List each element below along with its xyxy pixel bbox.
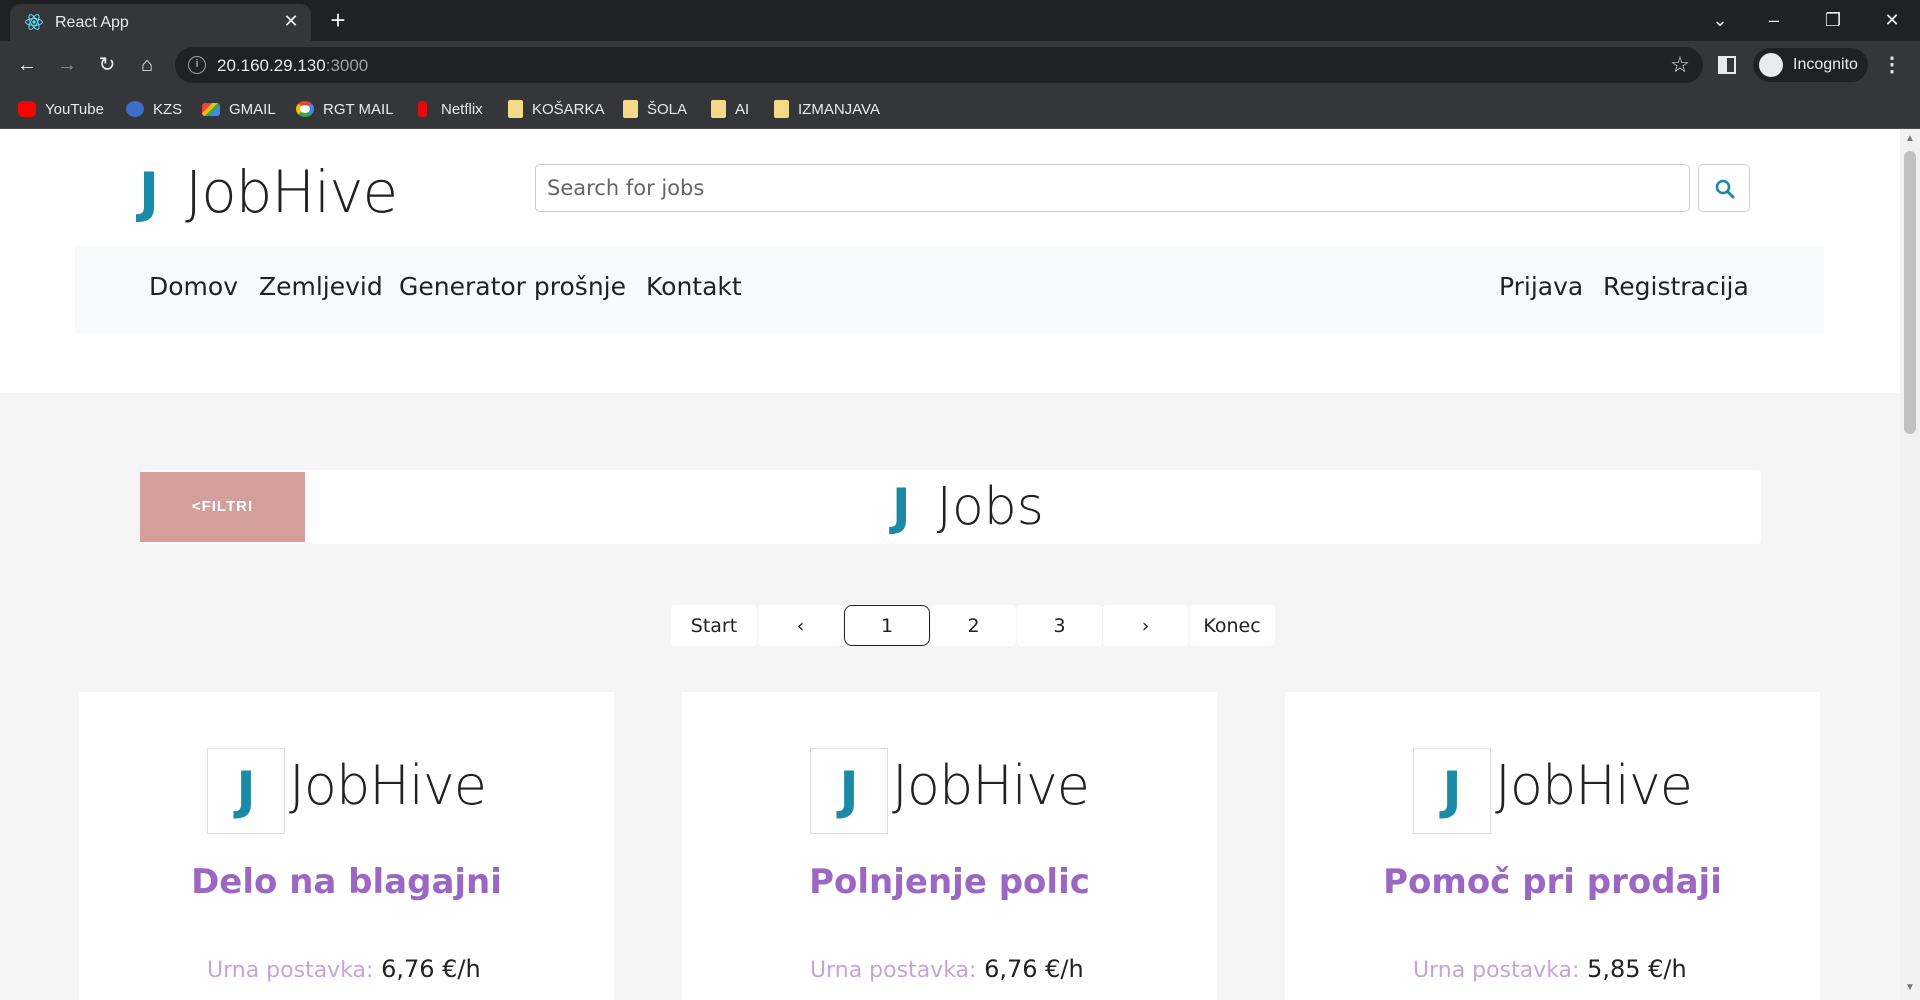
site-info-icon[interactable]: i	[188, 56, 206, 74]
gmail-icon	[202, 102, 220, 116]
bookmarks-bar: YouTube KZS GMAIL RGT MAIL Netflix KOŠAR…	[0, 89, 1920, 129]
nav-link-generator-prosnje[interactable]: Generator prošnje	[399, 272, 626, 301]
pagination-end[interactable]: Konec	[1189, 605, 1275, 646]
logo-text: JobHive	[185, 158, 398, 226]
jobs-title-letter: J	[892, 478, 911, 536]
pagination-page-3[interactable]: 3	[1017, 605, 1102, 646]
react-icon	[25, 14, 43, 30]
company-name: JobHive	[892, 754, 1090, 817]
browser-toolbar: ← → ↻ ⌂ i 20.160.29.130:3000 ☆ Incognito…	[0, 41, 1920, 89]
site-logo[interactable]: J JobHive	[139, 157, 398, 227]
youtube-icon	[18, 101, 36, 117]
tab-search-icon[interactable]: ⌄	[1700, 6, 1740, 34]
nav-link-zemljevid[interactable]: Zemljevid	[259, 272, 383, 301]
address-bar[interactable]: i 20.160.29.130:3000 ☆	[175, 47, 1703, 83]
filter-toggle-button[interactable]: <FILTRI	[140, 472, 305, 542]
jobs-header-bar: <FILTRI J Jobs	[140, 470, 1761, 544]
search-icon	[1715, 179, 1735, 199]
side-panel-icon[interactable]	[1718, 56, 1736, 74]
jobs-title-text: Jobs	[936, 477, 1044, 537]
home-icon[interactable]: ⌂	[132, 50, 162, 80]
bookmark-folder-kosarka[interactable]: KOŠARKA	[508, 98, 605, 120]
jobs-title: J Jobs	[892, 472, 1044, 542]
search-input[interactable]	[535, 164, 1690, 212]
incognito-badge[interactable]: Incognito	[1753, 48, 1868, 82]
job-title[interactable]: Delo na blagajni	[79, 862, 614, 902]
scroll-down-icon[interactable]: ▼	[1905, 982, 1915, 993]
tab-title: React App	[55, 14, 129, 31]
bookmark-folder-izmanjava[interactable]: IZMANJAVA	[774, 98, 880, 120]
restore-icon[interactable]: ❐	[1813, 6, 1853, 34]
bookmark-folder-sola[interactable]: ŠOLA	[623, 98, 687, 120]
company-name: JobHive	[1495, 754, 1693, 817]
job-card[interactable]: J JobHive Pomoč pri prodaji Urna postavk…	[1285, 692, 1820, 1000]
folder-icon	[623, 100, 638, 118]
forward-icon[interactable]: →	[52, 50, 82, 80]
folder-icon	[774, 100, 789, 118]
hourly-rate: Urna postavka: 5,85 €/h	[1413, 955, 1687, 983]
job-title[interactable]: Pomoč pri prodaji	[1285, 862, 1820, 902]
incognito-icon	[1759, 53, 1783, 77]
hourly-rate: Urna postavka: 6,76 €/h	[207, 955, 481, 983]
browser-tab[interactable]: React App ✕	[10, 4, 311, 41]
kzs-icon	[126, 101, 144, 117]
search-button[interactable]	[1698, 164, 1750, 212]
netflix-icon	[418, 101, 427, 117]
minimize-icon[interactable]: –	[1754, 6, 1794, 34]
pagination-start[interactable]: Start	[671, 605, 757, 646]
company-logo: J	[810, 748, 888, 834]
scroll-up-icon[interactable]: ▲	[1905, 133, 1915, 144]
google-icon	[296, 101, 314, 117]
bookmark-star-icon[interactable]: ☆	[1667, 52, 1693, 78]
company-logo: J	[1413, 748, 1491, 834]
hourly-rate: Urna postavka: 6,76 €/h	[810, 955, 1084, 983]
nav-link-domov[interactable]: Domov	[149, 272, 238, 301]
scrollbar-thumb[interactable]	[1904, 151, 1916, 434]
url-text: 20.160.29.130:3000	[217, 56, 369, 75]
folder-icon	[508, 100, 523, 118]
bookmark-gmail[interactable]: GMAIL	[202, 98, 276, 120]
browser-tab-strip: React App ✕ + ⌄ – ❐ ✕	[0, 0, 1920, 41]
bookmark-youtube[interactable]: YouTube	[18, 98, 104, 120]
pagination: Start ‹ 1 2 3 › Konec	[671, 605, 1276, 646]
page-viewport: J JobHive Domov Zemljevid Generator proš…	[0, 129, 1900, 1000]
job-title[interactable]: Polnjenje polic	[682, 862, 1217, 902]
back-icon[interactable]: ←	[12, 50, 42, 80]
company-name: JobHive	[289, 754, 487, 817]
close-window-icon[interactable]: ✕	[1872, 6, 1912, 34]
company-logo: J	[207, 748, 285, 834]
bookmark-kzs[interactable]: KZS	[126, 98, 182, 120]
logo-letter: J	[139, 160, 160, 224]
pagination-page-2[interactable]: 2	[931, 605, 1016, 646]
nav-link-registracija[interactable]: Registracija	[1603, 272, 1749, 301]
job-card[interactable]: J JobHive Polnjenje polic Urna postavka:…	[682, 692, 1217, 1000]
browser-menu-icon[interactable]: ⋮	[1882, 53, 1902, 77]
main-navbar: Domov Zemljevid Generator prošnje Kontak…	[75, 246, 1824, 334]
new-tab-icon[interactable]: +	[324, 6, 352, 34]
bookmark-folder-ai[interactable]: AI	[711, 98, 749, 120]
page-scrollbar[interactable]: ▲ ▼	[1900, 129, 1920, 1000]
pagination-prev[interactable]: ‹	[758, 605, 843, 646]
folder-icon	[711, 100, 726, 118]
nav-link-kontakt[interactable]: Kontakt	[646, 272, 742, 301]
bookmark-rgt-mail[interactable]: RGT MAIL	[296, 98, 394, 120]
job-card[interactable]: J JobHive Delo na blagajni Urna postavka…	[79, 692, 614, 1000]
reload-icon[interactable]: ↻	[92, 50, 122, 80]
nav-link-prijava[interactable]: Prijava	[1499, 272, 1583, 301]
pagination-next[interactable]: ›	[1103, 605, 1188, 646]
close-tab-icon[interactable]: ✕	[280, 10, 302, 32]
bookmark-netflix[interactable]: Netflix	[418, 98, 483, 120]
pagination-page-1[interactable]: 1	[844, 605, 930, 646]
